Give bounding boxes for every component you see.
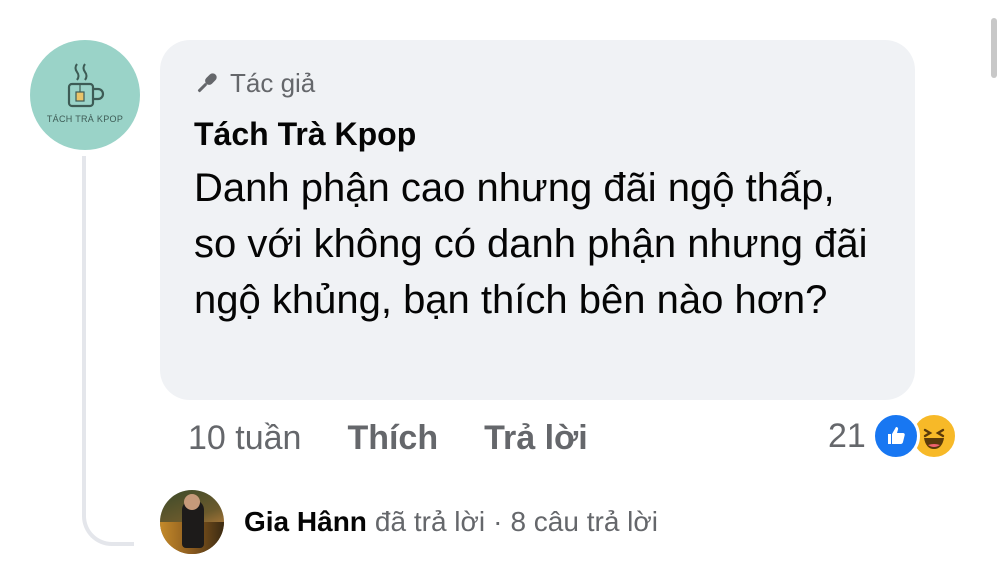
comment-text: Danh phận cao nhưng đãi ngộ thấp, so với… <box>194 166 868 322</box>
like-button[interactable]: Thích <box>347 419 438 458</box>
replier-avatar[interactable] <box>160 490 224 554</box>
scrollbar[interactable] <box>988 0 1000 581</box>
thread-connector-line <box>82 156 134 546</box>
microphone-icon <box>197 73 217 93</box>
reactions-summary[interactable]: 21 <box>828 412 958 460</box>
author-badge: Tác giả <box>194 66 881 100</box>
comment-author-name[interactable]: Tách Trà Kpop <box>194 116 881 152</box>
like-reaction-icon <box>871 412 920 460</box>
comment-actions: 10 tuần Thích Trả lời <box>188 416 588 460</box>
author-avatar[interactable]: TÁCH TRÀ KPOP <box>30 40 140 150</box>
replier-name[interactable]: Gia Hânn <box>244 506 367 538</box>
replies-summary[interactable]: Gia Hânn đã trả lời · 8 câu trả lời <box>160 490 658 554</box>
reply-count-link[interactable]: 8 câu trả lời <box>510 506 658 538</box>
reply-button[interactable]: Trả lời <box>484 419 588 458</box>
comment-timestamp[interactable]: 10 tuần <box>188 419 301 458</box>
avatar-brand-text: TÁCH TRÀ KPOP <box>46 114 124 124</box>
separator-dot: · <box>493 506 503 537</box>
comment-bubble: Tác giả Tách Trà Kpop Danh phận cao nhưn… <box>160 40 915 400</box>
scrollbar-thumb[interactable] <box>991 18 997 78</box>
tea-cup-icon <box>67 63 105 108</box>
replied-action-text: đã trả lời <box>374 506 486 537</box>
author-badge-label: Tác giả <box>230 67 316 98</box>
reaction-count: 21 <box>828 416 866 455</box>
